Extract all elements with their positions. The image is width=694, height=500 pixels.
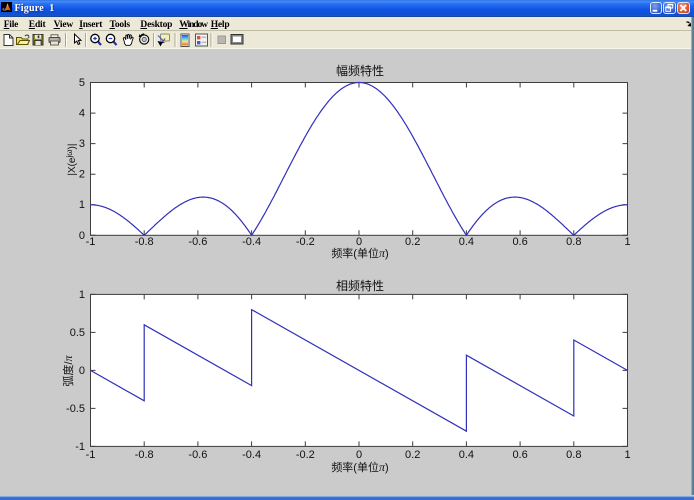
svg-text:-0.6: -0.6 [188, 449, 207, 461]
svg-text:0.2: 0.2 [405, 236, 420, 248]
svg-text:0.5: 0.5 [70, 327, 85, 339]
svg-text:1: 1 [79, 199, 85, 211]
svg-text:0.6: 0.6 [512, 449, 527, 461]
svg-text:-0.2: -0.2 [296, 236, 315, 248]
svg-text:-1: -1 [86, 449, 96, 461]
svg-text:2: 2 [79, 169, 85, 181]
svg-text:0: 0 [79, 230, 85, 242]
svg-text:0.6: 0.6 [512, 236, 527, 248]
svg-text:4: 4 [79, 108, 85, 120]
svg-text:-0.8: -0.8 [135, 449, 154, 461]
svg-text:0: 0 [356, 236, 362, 248]
svg-text:相频特性: 相频特性 [336, 278, 384, 293]
svg-text:0: 0 [356, 449, 362, 461]
svg-text:-0.5: -0.5 [66, 403, 85, 415]
svg-text:1: 1 [624, 449, 630, 461]
svg-text:-0.6: -0.6 [188, 236, 207, 248]
svg-text:-0.4: -0.4 [242, 449, 261, 461]
svg-text:频率(单位π): 频率(单位π) [331, 460, 388, 474]
svg-text:-0.4: -0.4 [242, 236, 261, 248]
svg-text:频率(单位π): 频率(单位π) [331, 246, 388, 260]
svg-text:|X(ejω)|: |X(ejω)| [65, 144, 78, 176]
svg-text:0: 0 [79, 365, 85, 377]
svg-text:1: 1 [79, 289, 85, 301]
svg-text:0.8: 0.8 [566, 449, 581, 461]
svg-text:-1: -1 [75, 441, 85, 453]
svg-text:5: 5 [79, 77, 85, 89]
svg-text:0.4: 0.4 [459, 236, 474, 248]
svg-text:0.8: 0.8 [566, 236, 581, 248]
svg-text:-0.2: -0.2 [296, 449, 315, 461]
svg-text:3: 3 [79, 138, 85, 150]
svg-text:-1: -1 [86, 236, 96, 248]
svg-text:弧度/π: 弧度/π [61, 354, 75, 386]
svg-text:1: 1 [624, 236, 630, 248]
svg-text:0.2: 0.2 [405, 449, 420, 461]
svg-text:幅频特性: 幅频特性 [336, 63, 384, 78]
svg-text:-0.8: -0.8 [135, 236, 154, 248]
svg-text:0.4: 0.4 [459, 449, 474, 461]
